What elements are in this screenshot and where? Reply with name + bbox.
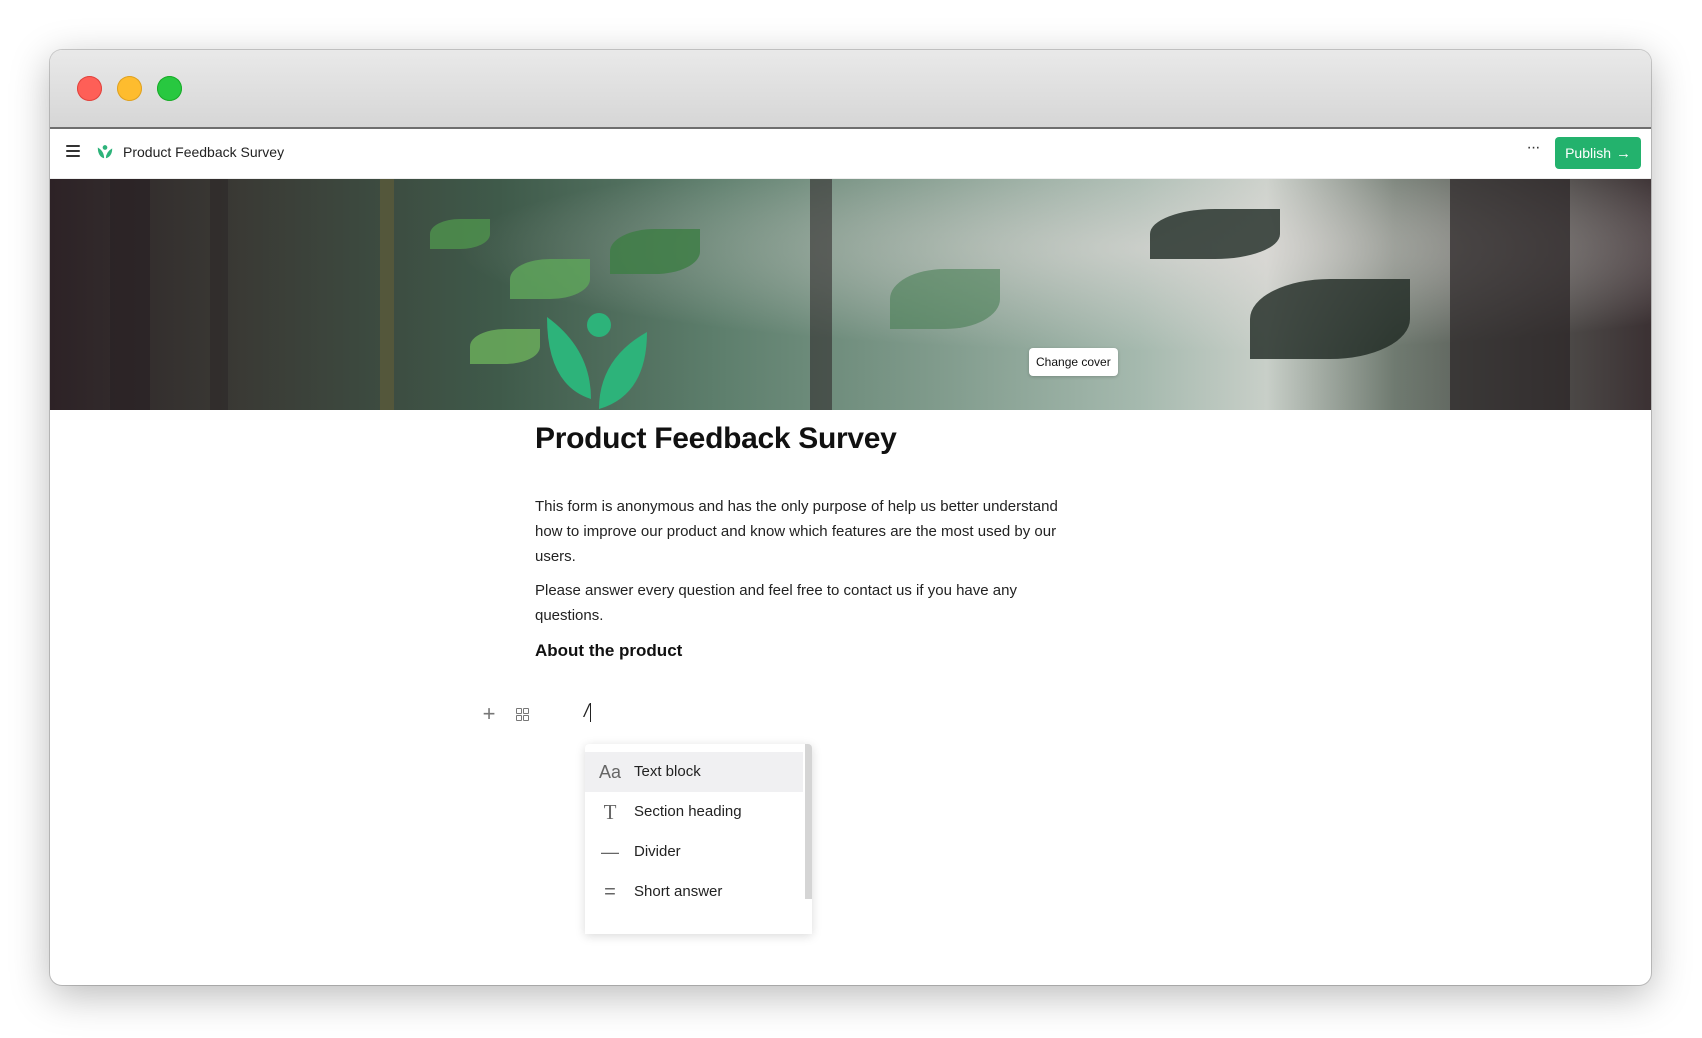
block-input[interactable]: / xyxy=(584,701,592,722)
window-titlebar xyxy=(50,50,1651,129)
menu-item-divider[interactable]: — Divider xyxy=(585,832,803,872)
description-paragraph[interactable]: This form is anonymous and has the only … xyxy=(535,494,1075,569)
page-title[interactable]: Product Feedback Survey xyxy=(535,422,897,456)
menu-item-short-answer[interactable]: = Short answer xyxy=(585,872,803,912)
menu-item-label: Divider xyxy=(634,843,681,860)
text-caret xyxy=(590,702,592,722)
minimize-window-button[interactable] xyxy=(117,76,142,101)
block-input-value: / xyxy=(584,701,590,721)
menu-scrollbar[interactable] xyxy=(805,744,812,899)
close-window-button[interactable] xyxy=(77,76,102,101)
instructions-paragraph[interactable]: Please answer every question and feel fr… xyxy=(535,578,1075,628)
document-title: Product Feedback Survey xyxy=(123,144,285,160)
section-heading-icon: T xyxy=(603,800,617,824)
short-answer-icon: = xyxy=(604,881,616,903)
app-logo-icon xyxy=(97,145,113,159)
section-heading[interactable]: About the product xyxy=(535,641,682,661)
publish-label: Publish xyxy=(1565,145,1611,161)
menu-item-section-heading[interactable]: T Section heading xyxy=(585,792,803,832)
form-logo-icon[interactable] xyxy=(547,307,651,411)
menu-item-label: Short answer xyxy=(634,883,723,900)
app-header: Product Feedback Survey ··· Publish → xyxy=(50,129,1651,179)
change-cover-button[interactable]: Change cover xyxy=(1029,348,1118,376)
cover-image xyxy=(50,179,1651,410)
block-type-menu: Aa Text block T Section heading — Divide… xyxy=(585,744,812,934)
arrow-right-icon: → xyxy=(1616,145,1631,162)
divider-icon: — xyxy=(601,842,619,862)
menu-item-label: Section heading xyxy=(634,803,742,820)
add-block-icon[interactable]: + xyxy=(480,703,498,725)
text-block-icon: Aa xyxy=(599,762,622,782)
maximize-window-button[interactable] xyxy=(157,76,182,101)
menu-item-label: Text block xyxy=(634,763,701,780)
hamburger-menu-icon[interactable] xyxy=(66,145,80,159)
more-options-icon[interactable]: ··· xyxy=(1523,140,1543,161)
menu-item-text-block[interactable]: Aa Text block xyxy=(585,752,803,792)
drag-handle-icon[interactable] xyxy=(516,708,530,722)
publish-button[interactable]: Publish → xyxy=(1555,137,1641,169)
